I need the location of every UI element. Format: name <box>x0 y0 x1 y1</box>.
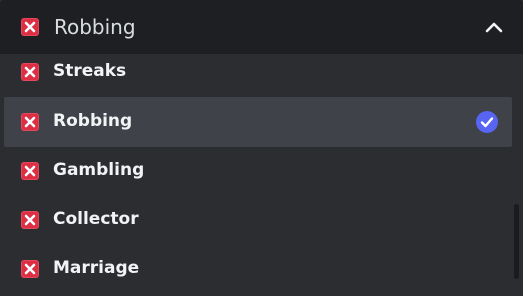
cross-mark-icon <box>21 260 39 278</box>
option-label: Collector <box>53 209 139 229</box>
category-select: Robbing Streaks Robbing Gambling Collect… <box>0 0 523 296</box>
selected-value: Robbing <box>54 15 136 39</box>
scrollbar-thumb[interactable] <box>514 204 519 279</box>
option-robbing[interactable]: Robbing <box>4 97 512 147</box>
chevron-up-icon[interactable] <box>484 19 504 35</box>
option-streaks[interactable]: Streaks <box>4 54 512 97</box>
option-label: Robbing <box>53 111 133 131</box>
option-collector[interactable]: Collector <box>4 195 512 245</box>
select-header[interactable]: Robbing <box>0 0 523 54</box>
cross-mark-icon <box>21 162 39 180</box>
cross-mark-icon <box>21 18 39 36</box>
options-list: Streaks Robbing Gambling Collector Marri… <box>0 54 523 296</box>
cross-mark-icon <box>21 113 39 131</box>
cross-mark-icon <box>21 63 39 81</box>
option-marriage[interactable]: Marriage <box>4 244 512 294</box>
option-gambling[interactable]: Gambling <box>4 146 512 196</box>
option-label: Gambling <box>53 160 145 180</box>
option-label: Streaks <box>53 61 127 81</box>
check-circle-icon <box>476 111 498 133</box>
option-label: Marriage <box>53 258 140 278</box>
cross-mark-icon <box>21 211 39 229</box>
